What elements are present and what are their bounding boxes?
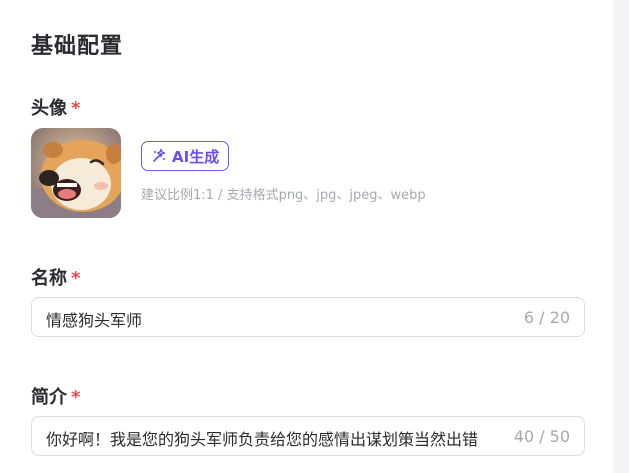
name-input-value: 情感狗头军师 — [46, 311, 143, 330]
avatar-label: 头像 — [31, 98, 67, 119]
name-label-row: 名称 * — [31, 264, 80, 290]
shiba-avatar-picture — [31, 128, 121, 218]
section-title: 基础配置 — [31, 34, 124, 59]
required-mark: * — [71, 387, 81, 408]
avatar-format-hint: 建议比例1:1 / 支持格式png、jpg、jpeg、webp — [141, 188, 426, 203]
name-char-counter: 6 / 20 — [519, 308, 570, 327]
avatar-image[interactable] — [31, 128, 121, 218]
ai-generate-label: AI生成 — [172, 147, 220, 166]
required-mark: * — [71, 98, 81, 119]
intro-input[interactable]: 你好啊！我是您的狗头军师负责给您的感情出谋划策当然出错 40 / 50 — [31, 416, 585, 456]
intro-input-value: 你好啊！我是您的狗头军师负责给您的感情出谋划策当然出错 — [46, 430, 479, 449]
intro-label-row: 简介 * — [31, 383, 80, 409]
required-mark: * — [71, 268, 81, 289]
ai-generate-button[interactable]: AI生成 — [141, 141, 230, 171]
basic-config-panel: 基础配置 头像 * AI生成 建议比例1:1 / 支持格式png、jpg、jpe… — [0, 0, 613, 473]
magic-wand-icon — [153, 148, 166, 162]
name-input[interactable]: 情感狗头军师 6 / 20 — [31, 297, 585, 337]
avatar-label-row: 头像 * — [31, 94, 80, 120]
intro-char-counter: 40 / 50 — [509, 427, 570, 446]
name-label: 名称 — [31, 268, 67, 289]
intro-label: 简介 — [31, 387, 67, 408]
